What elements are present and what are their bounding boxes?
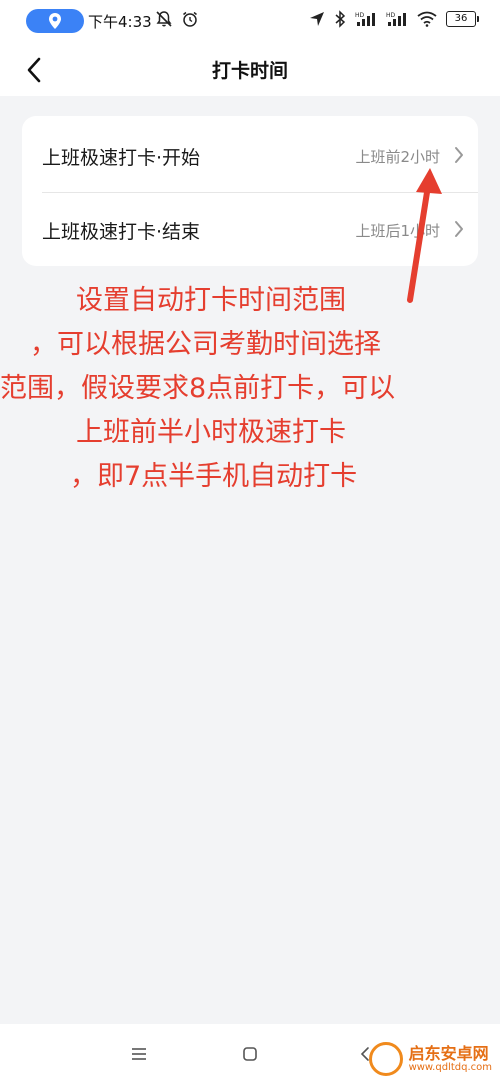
settings-card: 上班极速打卡·开始 上班前2小时 上班极速打卡·结束 上班后1小时	[22, 116, 478, 266]
home-button[interactable]	[235, 1042, 265, 1066]
signal-hd-icon: HD	[355, 12, 375, 26]
location-pill	[26, 9, 84, 33]
setting-value: 上班后1小时	[355, 222, 440, 240]
navigation-icon	[310, 12, 324, 26]
setting-row-end[interactable]: 上班极速打卡·结束 上班后1小时	[22, 192, 478, 266]
status-time: 下午4:33	[88, 13, 152, 31]
watermark-logo-icon	[368, 1042, 403, 1076]
status-bar: 下午4:33 HD HD 36	[0, 0, 500, 44]
signal-hd-icon: HD	[386, 12, 406, 26]
battery-icon: 36	[446, 11, 479, 27]
annotation-line: ，可以根据公司考勤时间选择	[30, 329, 381, 360]
watermark-name: 启东安卓网	[408, 1043, 489, 1063]
setting-label: 上班极速打卡·开始	[42, 147, 201, 169]
menu-button[interactable]	[124, 1042, 154, 1066]
status-right-icons: HD HD 36	[309, 10, 479, 28]
home-icon	[243, 1047, 257, 1061]
watermark-url: www.qdltdq.com	[408, 1062, 492, 1074]
location-icon	[49, 13, 61, 29]
svg-text:HD: HD	[355, 12, 365, 19]
menu-icon	[132, 1048, 146, 1060]
status-left-icons	[155, 10, 199, 28]
chevron-right-icon	[455, 147, 463, 163]
setting-value: 上班前2小时	[355, 148, 440, 166]
bluetooth-icon	[335, 10, 346, 28]
annotation-line: 设置自动打卡时间范围	[76, 285, 346, 316]
watermark: 启东安卓网 www.qdltdq.com	[368, 1042, 492, 1076]
mute-icon	[156, 11, 172, 27]
annotation-line: 上班前半小时极速打卡	[76, 417, 346, 448]
setting-row-start[interactable]: 上班极速打卡·开始 上班前2小时	[22, 118, 478, 193]
annotation-line: ，即7点半手机自动打卡	[70, 461, 358, 492]
svg-text:HD: HD	[386, 12, 396, 19]
setting-label: 上班极速打卡·结束	[42, 221, 201, 243]
chevron-right-icon	[455, 221, 463, 237]
nav-bar: 打卡时间	[0, 44, 500, 96]
annotation-line: 范围，假设要求8点前打卡，可以	[0, 373, 396, 404]
wifi-icon	[417, 11, 437, 27]
page-title: 打卡时间	[211, 60, 288, 82]
alarm-icon	[183, 11, 197, 27]
